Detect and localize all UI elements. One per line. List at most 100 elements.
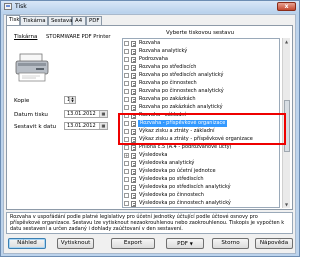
tree-item-label: Podrozvaha <box>139 56 168 62</box>
tree-item[interactable]: Výsledovka po činnostech analytický <box>123 200 279 207</box>
report-date-field[interactable]: 13.01.2012 ▦ <box>64 122 108 130</box>
printer-label: Tiskárna <box>14 34 38 40</box>
document-icon <box>131 97 136 103</box>
calendar-icon[interactable]: ▦ <box>99 123 107 129</box>
expander-icon[interactable] <box>124 97 129 102</box>
tree-item-label: Výsledovka po účetní jednotce <box>139 168 216 174</box>
tree-item-label: Rozvaha po zakázkách analytický <box>139 104 223 110</box>
pdf-button[interactable]: PDF ▼ <box>166 238 204 249</box>
tree-item[interactable]: Příloha č.5 (A.4 - podrozvahové účty) <box>123 144 279 151</box>
tree-item-label: Rozvaha po činnostech analytický <box>139 88 224 94</box>
expander-icon[interactable] <box>124 193 129 198</box>
printer-icon <box>15 53 49 82</box>
tree-item[interactable]: Rozvaha po zakázkách <box>123 96 279 103</box>
expander-icon[interactable] <box>124 105 129 110</box>
tree-item-label: Rozvaha po střediscích analytický <box>139 72 224 78</box>
document-icon <box>131 89 136 95</box>
document-icon <box>131 201 136 207</box>
scroll-down-icon[interactable]: ▼ <box>283 201 290 208</box>
document-icon <box>131 145 136 151</box>
document-icon <box>131 169 136 175</box>
document-icon <box>131 41 136 47</box>
tree-header: Vyberte tiskovou sestavu <box>166 30 235 36</box>
tree-item[interactable]: Podrozvaha <box>123 56 279 63</box>
tree-item[interactable]: Výsledovka analytický <box>123 160 279 167</box>
expander-icon[interactable] <box>124 49 129 54</box>
tree-item[interactable]: Rozvaha po činnostech analytický <box>123 88 279 95</box>
tree-item[interactable]: Rozvaha po zakázkách analytický <box>123 104 279 111</box>
expander-icon[interactable]: + <box>124 153 129 158</box>
expander-icon[interactable] <box>124 81 129 86</box>
tree-item-label: Rozvaha analytický <box>139 48 188 54</box>
expander-icon[interactable] <box>124 89 129 94</box>
document-icon <box>131 65 136 71</box>
document-icon <box>131 193 136 199</box>
copies-label: Kopie <box>14 98 30 104</box>
report-date-label: Sestavit k datu <box>14 124 57 130</box>
print-date-value: 13.01.2012 <box>67 111 96 117</box>
help-button[interactable]: Nápověda <box>255 238 293 249</box>
close-button[interactable]: x <box>277 2 296 11</box>
tree-item-label: Výsledovka po střediscích <box>139 176 204 182</box>
expander-icon[interactable] <box>124 41 129 46</box>
tree-item-label: Výsledovka po střediscích analytický <box>139 184 231 190</box>
tree-item-label: Výsledovka analytický <box>139 160 195 166</box>
tree-item-label: Příloha č.5 (A.4 - podrozvahové účty) <box>139 144 232 150</box>
tab-a4[interactable]: A4 <box>72 16 86 25</box>
tab-tiskarna[interactable]: Tiskárna <box>20 16 48 25</box>
preview-button[interactable]: Náhled <box>8 238 46 249</box>
tree-item[interactable]: Rozvaha po střediscích <box>123 64 279 71</box>
expander-icon[interactable] <box>124 161 129 166</box>
tree-item[interactable]: Výsledovka po činnostech <box>123 192 279 199</box>
tree-item-label: Rozvaha po činnostech <box>139 80 197 86</box>
copies-stepper[interactable]: 1 ▲▼ <box>64 96 76 104</box>
window-title: Tisk <box>15 3 27 10</box>
expander-icon[interactable] <box>124 65 129 70</box>
tree-item[interactable]: Rozvaha <box>123 40 279 47</box>
expander-icon[interactable] <box>124 185 129 190</box>
expander-icon[interactable] <box>124 201 129 206</box>
tree-item-label: Rozvaha <box>139 40 161 46</box>
document-icon <box>131 73 136 79</box>
calendar-icon[interactable]: ▦ <box>99 111 107 117</box>
printer-name[interactable]: STORMWARE PDF Printer <box>46 34 111 40</box>
scroll-up-icon[interactable]: ▲ <box>283 38 290 45</box>
document-icon <box>131 57 136 63</box>
cancel-button[interactable]: Storno <box>212 238 249 249</box>
report-date-value: 13.01.2012 <box>67 123 96 129</box>
document-icon <box>131 185 136 191</box>
document-icon <box>131 153 136 159</box>
export-button[interactable]: Export <box>111 238 155 249</box>
tree-item-label: Výsledovka po činnostech <box>139 192 204 198</box>
tab-pdf[interactable]: PDF <box>86 16 102 25</box>
print-window-icon <box>4 3 12 10</box>
document-icon <box>131 177 136 183</box>
tree-item-label: Výsledovka <box>139 152 168 158</box>
document-icon <box>131 161 136 167</box>
tree-item[interactable]: Rozvaha po činnostech <box>123 80 279 87</box>
expander-icon[interactable] <box>124 169 129 174</box>
expander-icon[interactable] <box>124 145 129 150</box>
document-icon <box>131 105 136 111</box>
chevron-down-icon: ▼ <box>189 241 193 246</box>
spin-arrows-icon[interactable]: ▲ ▼ <box>69 97 75 103</box>
highlight-box <box>118 113 286 145</box>
tree-item[interactable]: + Výsledovka <box>123 152 279 159</box>
tree-item[interactable]: Rozvaha analytický <box>123 48 279 55</box>
pdf-button-label: PDF <box>177 241 189 247</box>
expander-icon[interactable] <box>124 177 129 182</box>
print-button[interactable]: Vytisknout <box>57 238 94 249</box>
report-description: Rozvaha v uspořádání podle platné legisl… <box>6 212 293 234</box>
title-bar[interactable]: Tisk x <box>1 1 299 13</box>
tree-item[interactable]: Výsledovka po střediscích analytický <box>123 184 279 191</box>
tree-item-label: Výsledovka po činnostech analytický <box>139 200 231 206</box>
expander-icon[interactable] <box>124 73 129 78</box>
print-date-label: Datum tisku <box>14 112 48 118</box>
tree-item[interactable]: Výsledovka po střediscích <box>123 176 279 183</box>
tab-sestava[interactable]: Sestava <box>48 16 72 25</box>
expander-icon[interactable] <box>124 57 129 62</box>
tree-item-label: Rozvaha po střediscích <box>139 64 197 70</box>
tree-item[interactable]: Výsledovka po účetní jednotce <box>123 168 279 175</box>
tree-item[interactable]: Rozvaha po střediscích analytický <box>123 72 279 79</box>
print-date-field[interactable]: 13.01.2012 ▦ <box>64 110 108 118</box>
